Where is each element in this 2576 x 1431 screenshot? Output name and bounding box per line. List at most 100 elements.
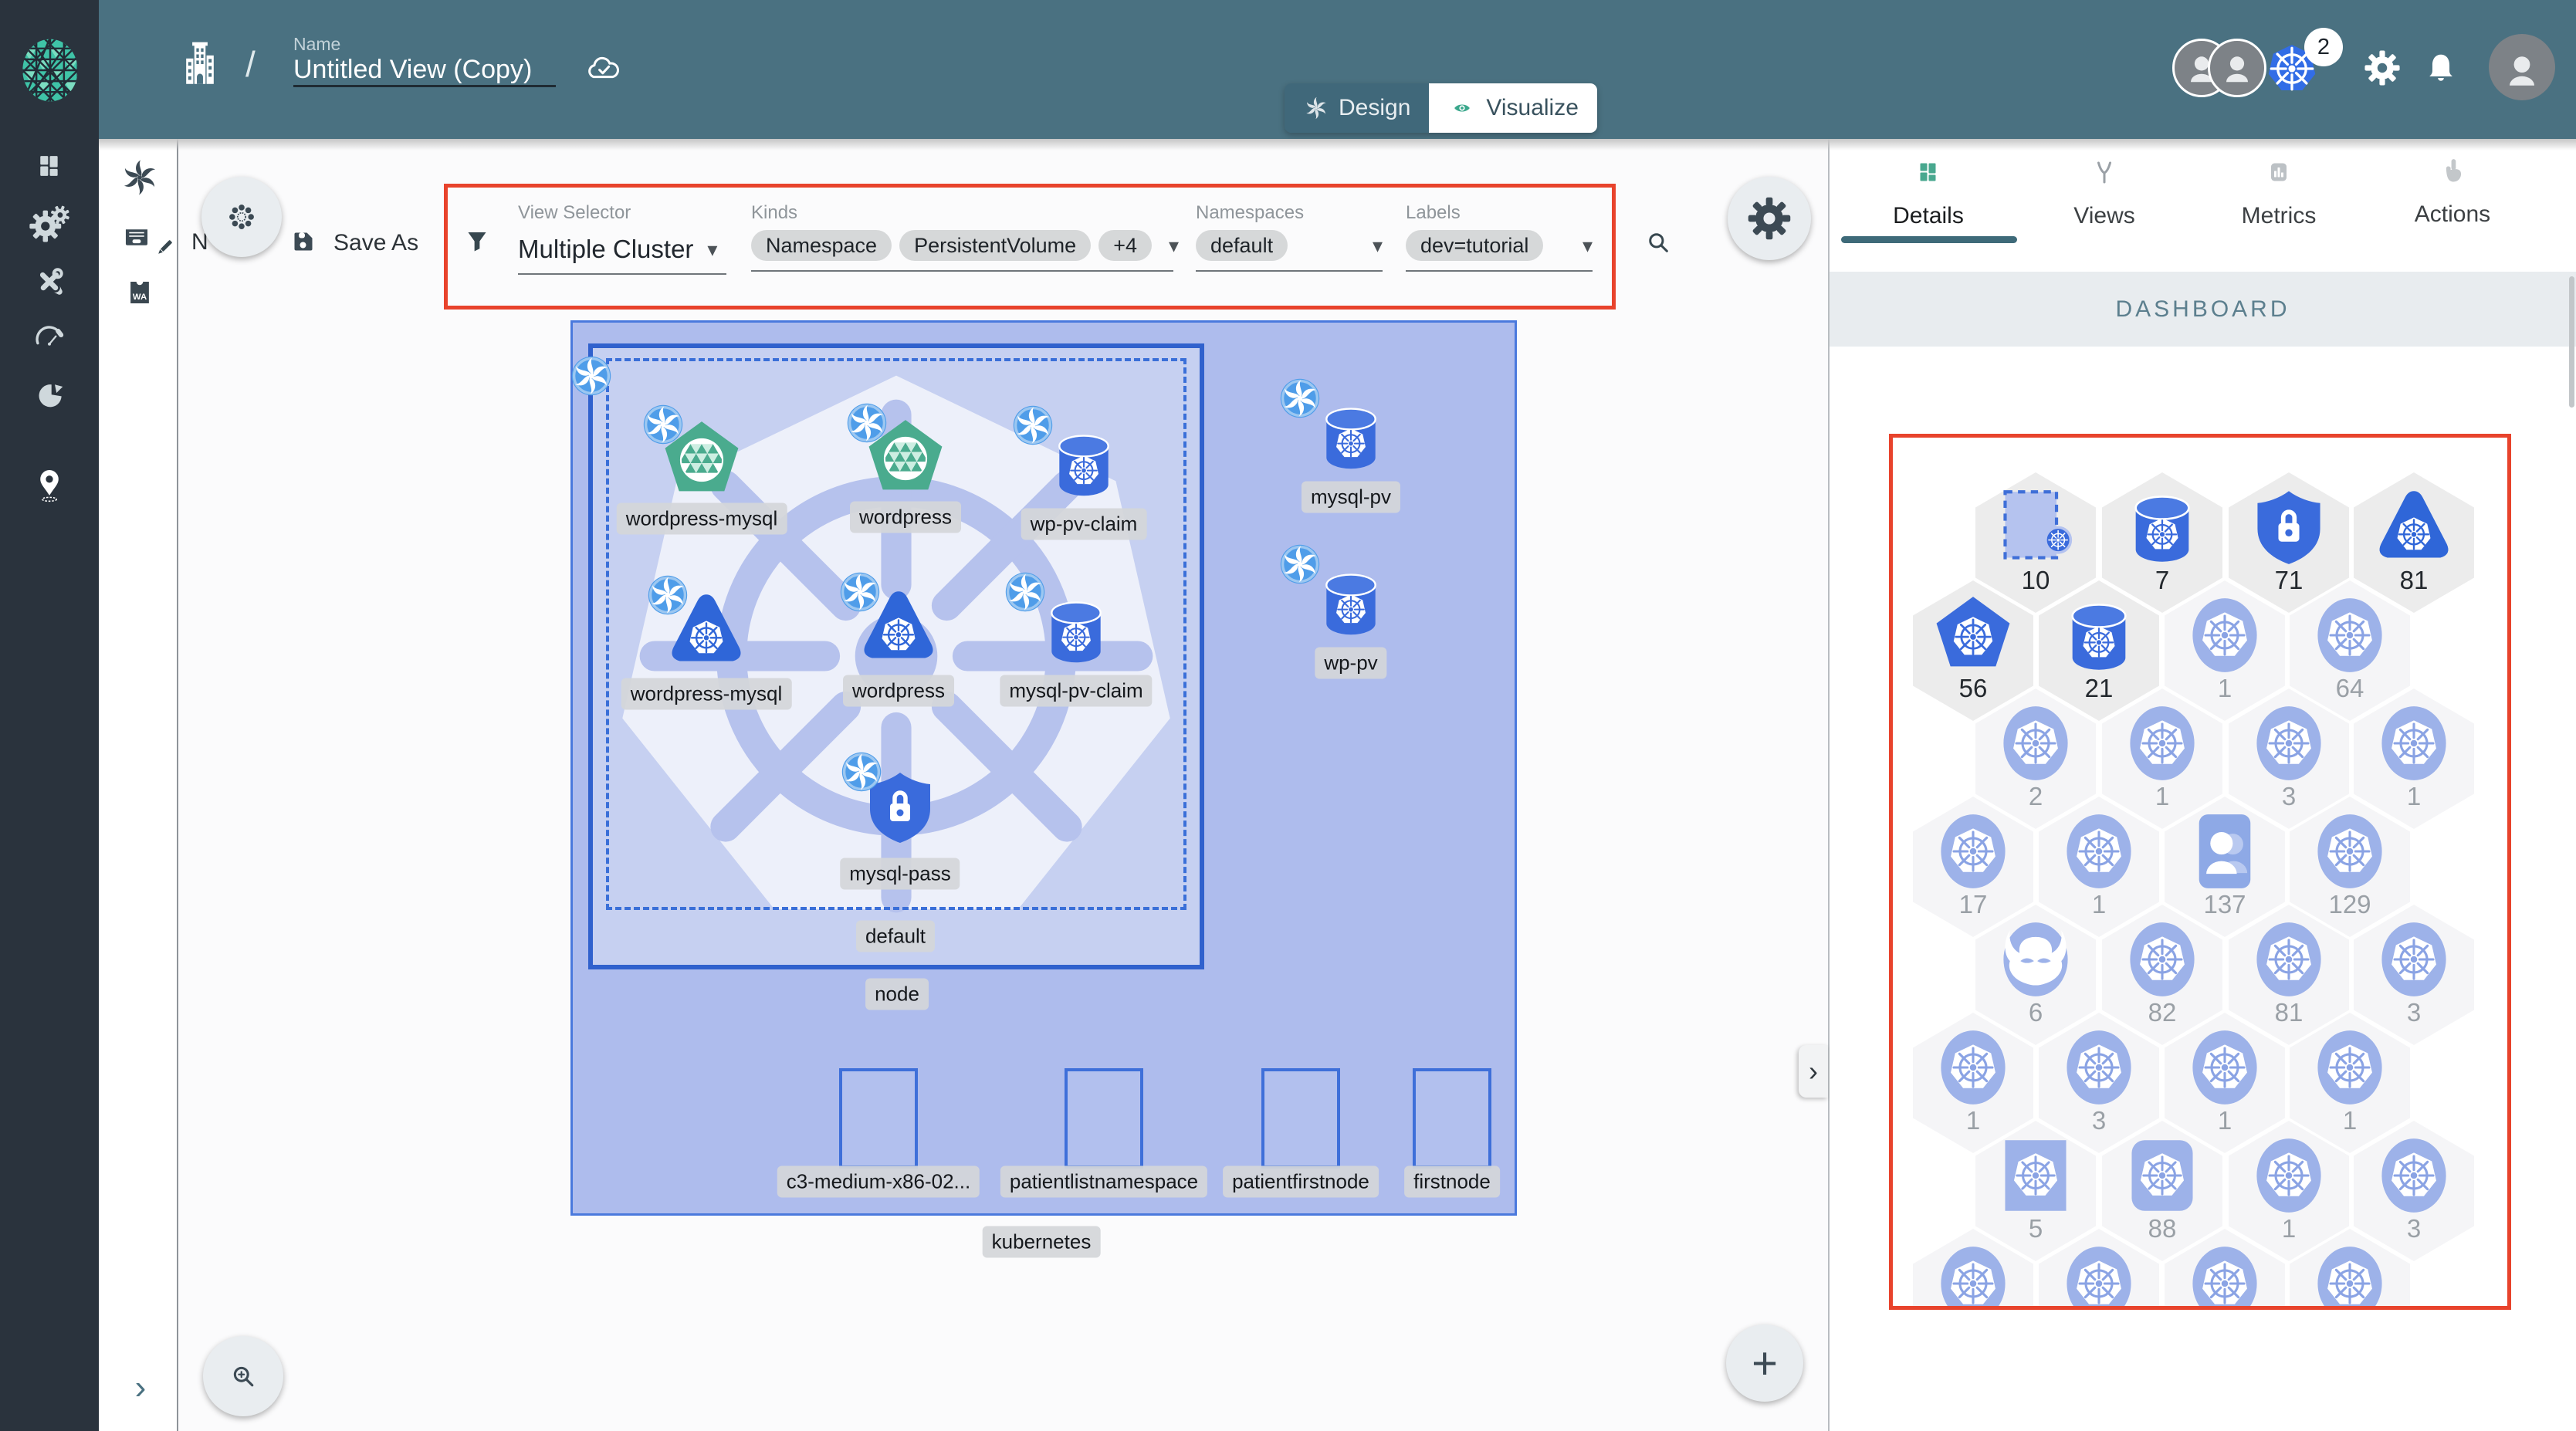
notifications-button[interactable] <box>2422 49 2459 90</box>
rsquare-icon <box>2122 1135 2202 1216</box>
settings-button[interactable] <box>2364 49 2401 90</box>
meshery-badge-icon <box>845 401 889 448</box>
canvas-node-volume[interactable] <box>1314 400 1388 478</box>
light-icon <box>2185 1027 2265 1108</box>
kind-chip[interactable]: +4 <box>1098 230 1152 261</box>
namespace-label[interactable]: default <box>855 920 936 952</box>
visualize-label: Visualize <box>1486 95 1579 120</box>
canvas-node-label[interactable]: mysql-pass <box>840 858 960 890</box>
dashboard-title: DASHBOARD <box>2115 296 2290 322</box>
performance-speedometer-icon <box>28 317 71 360</box>
labels-field[interactable]: Labels dev=tutorial ▾ <box>1406 202 1593 272</box>
sidebar-item-dashboard[interactable] <box>0 144 99 188</box>
search-icon <box>1649 233 1668 252</box>
panel-divider <box>1828 139 1830 1431</box>
label-chip[interactable]: dev=tutorial <box>1406 230 1544 261</box>
cluster-node-label[interactable]: c3-medium-x86-02... <box>777 1165 980 1198</box>
organization-button[interactable] <box>174 40 225 95</box>
strip-wasm-button[interactable] <box>119 272 161 317</box>
canvas-node-label[interactable]: wordpress-mysql <box>621 678 792 710</box>
cluster-node-square[interactable] <box>839 1068 918 1169</box>
search-button[interactable] <box>1637 222 1679 267</box>
light-icon <box>2374 703 2454 783</box>
canvas-node-volume[interactable] <box>1047 427 1121 505</box>
context-count-badge[interactable]: 2 <box>2304 28 2343 66</box>
k8s-scale-fab[interactable] <box>201 177 282 257</box>
view-selector-value[interactable]: Multiple Cluster <box>518 235 693 264</box>
sidebar-item-extensions[interactable] <box>0 377 99 418</box>
strip-edit-button[interactable] <box>147 230 182 269</box>
hex-count: 1 <box>2342 1106 2358 1135</box>
sidebar-item-lifecycle-gears[interactable] <box>0 201 99 245</box>
hex-count: 56 <box>1958 674 1988 702</box>
sidebar-item-performance-speedometer[interactable] <box>0 317 99 360</box>
canvas-node-label[interactable]: wordpress-mysql <box>616 502 787 535</box>
tab-metrics[interactable]: Metrics <box>2198 153 2360 229</box>
strip-design-button[interactable] <box>119 157 161 202</box>
panel-scrollbar[interactable] <box>2569 276 2574 408</box>
canvas-node-label[interactable]: mysql-pv-claim <box>1000 675 1153 707</box>
kind-chip[interactable]: Namespace <box>751 230 892 261</box>
node-label[interactable]: node <box>865 978 929 1010</box>
tab-views[interactable]: Views <box>2023 153 2185 229</box>
canvas-node-volume[interactable] <box>1314 566 1388 644</box>
cluster-node-label[interactable]: patientlistnamespace <box>1000 1165 1208 1198</box>
light-icon <box>2374 1135 2454 1216</box>
chevron-right-icon: › <box>134 1368 147 1406</box>
cluster-node-label[interactable]: patientfirstnode <box>1223 1165 1379 1198</box>
canvas-node-label[interactable]: wp-pv-claim <box>1021 508 1147 540</box>
person-icon <box>2510 56 2534 86</box>
app-logo[interactable] <box>14 34 86 110</box>
panel-collapse-button[interactable]: › <box>1799 1045 1828 1098</box>
lifecycle-gears-icon <box>27 201 72 245</box>
light-icon <box>2059 811 2139 891</box>
namespaces-field[interactable]: Namespaces default ▾ <box>1196 202 1383 272</box>
view-selector-field[interactable]: View Selector Multiple Cluster ▾ <box>518 202 726 275</box>
chevron-down-icon[interactable]: ▾ <box>1169 234 1179 258</box>
meshery-badge-icon <box>1278 377 1322 424</box>
design-spiral-icon <box>1303 95 1329 121</box>
sidebar-item-kanvas-pin[interactable] <box>0 460 99 508</box>
canvas-node-label[interactable]: wordpress <box>843 675 954 707</box>
cluster-node-square[interactable] <box>1261 1068 1340 1169</box>
canvas-node-label[interactable]: wp-pv <box>1315 647 1387 679</box>
cluster-node-label[interactable]: firstnode <box>1404 1165 1500 1198</box>
hex-count: 21 <box>2084 674 2114 702</box>
user-avatar[interactable] <box>2489 34 2555 100</box>
sidebar-item-configuration-tools[interactable] <box>0 260 99 303</box>
hex-count: 5 <box>2028 1214 2043 1243</box>
save-as-button[interactable] <box>284 222 323 265</box>
view-name-input[interactable] <box>293 55 548 85</box>
namespace-chip[interactable]: default <box>1196 230 1288 261</box>
light-icon <box>2310 811 2390 891</box>
tab-visualize[interactable]: Visualize <box>1429 83 1597 133</box>
tab-actions[interactable]: Actions <box>2371 153 2534 228</box>
cluster-node-square[interactable] <box>1413 1068 1491 1169</box>
configuration-tools-icon <box>36 266 66 299</box>
namespaces-label: Namespaces <box>1196 202 1305 223</box>
collaborator-avatar[interactable] <box>2208 39 2266 97</box>
chevron-down-icon[interactable]: ▾ <box>1582 234 1593 258</box>
cluster-label[interactable]: kubernetes <box>982 1226 1101 1258</box>
add-node-fab[interactable]: + <box>1726 1324 1803 1402</box>
canvas-node-label[interactable]: mysql-pv <box>1301 481 1401 513</box>
strip-expand-button[interactable]: › <box>124 1366 157 1409</box>
tab-details[interactable]: Details <box>1847 153 2009 229</box>
zoom-in-fab[interactable] <box>203 1336 283 1416</box>
cloud-saved-indicator[interactable] <box>581 46 627 96</box>
filter-button[interactable] <box>459 222 496 263</box>
kinds-field[interactable]: Kinds Namespace PersistentVolume +4 ▾ <box>751 202 1179 272</box>
kind-chip[interactable]: PersistentVolume <box>899 230 1092 261</box>
chevron-down-icon[interactable]: ▾ <box>1373 234 1383 258</box>
meshery-badge-icon <box>1011 404 1054 451</box>
light-icon <box>2059 1243 2139 1308</box>
canvas-node-volume[interactable] <box>1039 594 1113 672</box>
canvas-node-label[interactable]: wordpress <box>850 501 961 533</box>
chevron-down-icon[interactable]: ▾ <box>707 238 717 262</box>
canvas-settings-fab[interactable] <box>1728 177 1811 260</box>
save-as-label[interactable]: Save As <box>333 230 418 256</box>
tab-design[interactable]: Design <box>1285 83 1430 133</box>
breadcrumb-slash: / <box>245 44 256 84</box>
cluster-node-square[interactable] <box>1065 1068 1143 1169</box>
header-shadow <box>99 139 2576 151</box>
